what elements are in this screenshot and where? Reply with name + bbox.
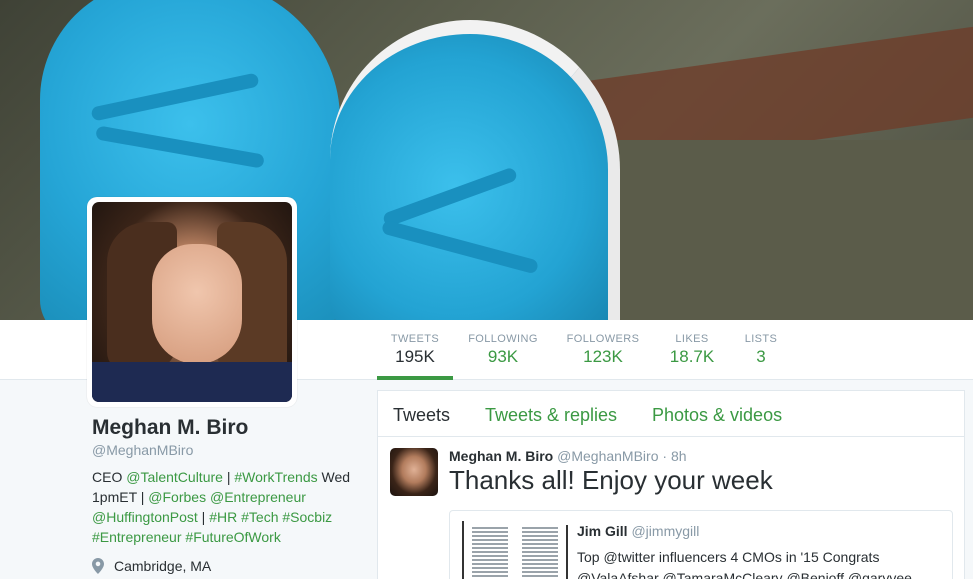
- bio-link[interactable]: #Tech: [241, 509, 278, 525]
- bio-link[interactable]: #HR: [209, 509, 237, 525]
- stat-value: 93K: [487, 347, 519, 366]
- image-list-column: [522, 525, 558, 579]
- stat-value: 123K: [583, 347, 623, 366]
- stat-tweets[interactable]: TWEETS 195K: [377, 320, 453, 380]
- banner-shoe-right: [330, 20, 620, 320]
- location-text: Cambridge, MA: [114, 558, 212, 574]
- avatar-shirt: [92, 362, 292, 402]
- stat-label: FOLLOWING: [468, 333, 538, 345]
- quoted-tweet-header: Jim Gill @jimmygill: [577, 523, 699, 539]
- profile-avatar[interactable]: [87, 197, 297, 407]
- bio-link[interactable]: #Entrepreneur: [92, 529, 182, 545]
- bio-text: |: [222, 469, 235, 485]
- profile-bio: CEO @TalentCulture | #WorkTrends Wed 1pm…: [92, 467, 362, 547]
- tab-tweets-replies[interactable]: Tweets & replies: [485, 405, 617, 426]
- stat-label: LISTS: [744, 333, 778, 345]
- timeline-tabs: Tweets Tweets & replies Photos & videos: [378, 391, 964, 437]
- profile-handle[interactable]: @MeghanMBiro: [92, 442, 193, 458]
- stat-lists[interactable]: LISTS 3: [740, 320, 782, 380]
- bio-link[interactable]: #Socbiz: [282, 509, 332, 525]
- stat-followers[interactable]: FOLLOWERS 123K: [563, 320, 643, 380]
- bio-link[interactable]: #FutureOfWork: [185, 529, 280, 545]
- stat-likes[interactable]: LIKES 18.7K: [665, 320, 719, 380]
- bio-link[interactable]: @Forbes: [148, 489, 206, 505]
- tweet-author-handle[interactable]: @MeghanMBiro: [557, 448, 658, 464]
- tab-photos-videos[interactable]: Photos & videos: [652, 405, 782, 426]
- quoted-author-handle[interactable]: @jimmygill: [631, 523, 699, 539]
- stat-label: TWEETS: [390, 333, 440, 345]
- stat-label: FOLLOWERS: [566, 333, 640, 345]
- quoted-tweet[interactable]: Jim Gill @jimmygill Top @twitter influen…: [449, 510, 953, 579]
- stat-following[interactable]: FOLLOWING 93K: [465, 320, 541, 380]
- bio-link[interactable]: @Entrepreneur: [210, 489, 306, 505]
- avatar-image: [92, 202, 292, 402]
- tweet-avatar[interactable]: [390, 448, 438, 496]
- bio-text: |: [197, 509, 210, 525]
- bio-link[interactable]: @TalentCulture: [126, 469, 223, 485]
- quoted-author-name[interactable]: Jim Gill: [577, 523, 628, 539]
- profile-location: Cambridge, MA: [92, 558, 211, 574]
- stat-value: 3: [756, 347, 766, 366]
- tweet-time[interactable]: · 8h: [662, 448, 686, 464]
- avatar-face: [152, 244, 242, 364]
- tab-tweets[interactable]: Tweets: [393, 405, 450, 426]
- bio-link[interactable]: @HuffingtonPost: [92, 509, 198, 525]
- quoted-tweet-text: Top @twitter influencers 4 CMOs in '15 C…: [577, 549, 912, 579]
- tweet-header: Meghan M. Biro @MeghanMBiro · 8h: [449, 448, 687, 464]
- image-list-column: [472, 525, 508, 579]
- timeline: Tweets Tweets & replies Photos & videos …: [377, 390, 965, 579]
- image-divider: [566, 525, 568, 579]
- stat-label: LIKES: [675, 333, 709, 345]
- quoted-tweet-image: [462, 521, 568, 579]
- stat-value: 195K: [395, 347, 435, 366]
- tweet-text: Thanks all! Enjoy your week: [449, 465, 773, 495]
- location-pin-icon: [92, 558, 104, 574]
- profile-name[interactable]: Meghan M. Biro: [92, 416, 248, 440]
- bio-text: CEO: [92, 469, 127, 485]
- bio-link[interactable]: #WorkTrends: [234, 469, 317, 485]
- tweet-author-name[interactable]: Meghan M. Biro: [449, 448, 553, 464]
- stat-value: 18.7K: [669, 347, 715, 366]
